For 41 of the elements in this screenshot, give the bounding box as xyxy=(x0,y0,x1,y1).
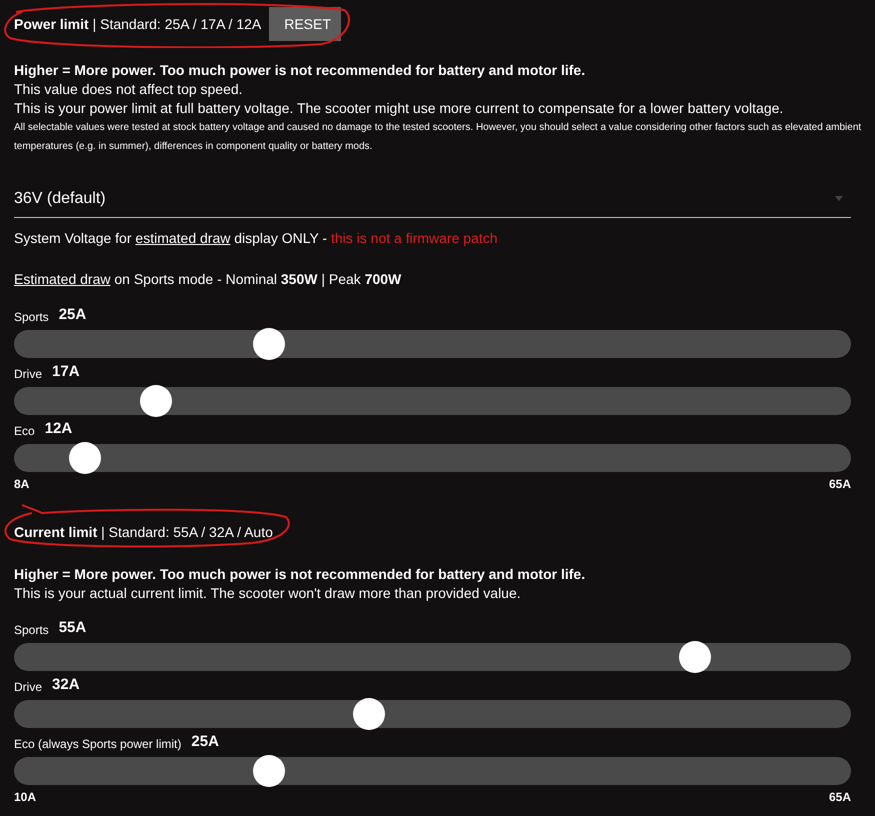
slider-label: Eco xyxy=(14,423,35,440)
slider-label: Drive xyxy=(14,366,42,383)
slider-label: Drive xyxy=(14,679,42,696)
caret-icon xyxy=(835,196,843,201)
slider-thumb[interactable] xyxy=(253,755,286,787)
slider-track[interactable] xyxy=(14,757,851,785)
slider-track[interactable] xyxy=(14,330,851,358)
slider-track[interactable] xyxy=(14,643,851,671)
slider-thumb[interactable] xyxy=(253,328,286,360)
range-min-label: 10A xyxy=(14,789,36,806)
slider-value: 25A xyxy=(58,304,86,324)
range-max-label: 65A xyxy=(828,789,851,806)
note-text: Higher = More power. Too much power is not recommended for battery and motor life. xyxy=(14,61,586,80)
range-min-label: 8A xyxy=(14,476,30,493)
slider-track[interactable] xyxy=(14,387,851,415)
slider-thumb[interactable] xyxy=(678,641,711,673)
slider-track[interactable] xyxy=(14,700,851,728)
reset-button[interactable]: RESET xyxy=(269,7,342,41)
section-title: Current limit | Standard: 55A / 32A / Auto xyxy=(14,524,273,540)
slider-thumb[interactable] xyxy=(140,385,172,417)
slider-value: 25A xyxy=(191,732,219,752)
slider-track[interactable] xyxy=(14,444,851,472)
note-text: This is your actual current limit. The scooter won't draw more than provided value. xyxy=(14,584,522,603)
note-text: This is your power limit at full battery voltage. The scooter might use more current to compensate for a lower battery voltage. xyxy=(14,99,784,118)
voltage-select[interactable]: 36V (default) xyxy=(14,180,851,218)
slider-label: Sports xyxy=(14,309,49,326)
section-title: Power limit | Standard: 25A / 17A / 12A xyxy=(14,14,262,34)
range-max-label: 65A xyxy=(828,476,851,493)
note-text: Higher = More power. Too much power is not recommended for battery and motor life. xyxy=(14,565,586,584)
slider-value: 12A xyxy=(44,418,72,438)
slider-label: Eco (always Sports power limit) xyxy=(14,736,182,753)
slider-value: 32A xyxy=(52,674,80,694)
note-text: This value does not affect top speed. xyxy=(14,80,244,99)
slider-thumb[interactable] xyxy=(352,698,385,730)
slider-thumb[interactable] xyxy=(68,442,101,474)
slider-value: 55A xyxy=(58,618,86,638)
voltage-note: System Voltage for estimated draw display ONLY - this is not a firmware patch xyxy=(14,229,498,248)
slider-label: Sports xyxy=(14,622,49,639)
note-text: All selectable values were tested at stock battery voltage and caused no damage to the tested scooters. However, you should select a value considering other factors such as elevated ambient temperatures (e.g. in summer), differences in component quality or battery mods. xyxy=(14,121,862,154)
estimate-text: Estimated draw on Sports mode - Nominal 350W | Peak 700W xyxy=(14,270,402,289)
slider-value: 17A xyxy=(52,362,80,382)
